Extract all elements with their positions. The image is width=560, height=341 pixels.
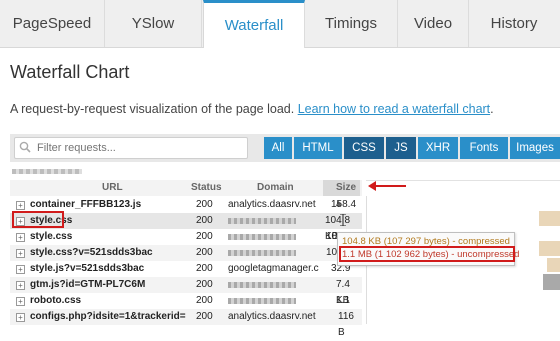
table-row[interactable]: + style.js?v=521sdds3bac 200 googletagma… [10, 261, 362, 290]
intro-text: A request-by-request visualization of th… [10, 102, 494, 116]
table-row[interactable]: + configs.php?idsite=1&trackerid= 200 an… [10, 309, 362, 338]
redacted-domain [228, 298, 296, 304]
expand-icon[interactable]: + [16, 233, 25, 242]
tab-bar: PageSpeed YSlow Waterfall Timings Video … [0, 0, 560, 48]
filter-css-button[interactable]: CSS [344, 137, 384, 159]
row-size: 10 [326, 247, 338, 258]
expand-icon[interactable]: + [16, 281, 25, 290]
filter-fonts-button[interactable]: Fonts [460, 137, 508, 159]
redacted-domain [228, 250, 296, 256]
filter-images-button[interactable]: Images [510, 137, 560, 159]
row-status: 200 [196, 199, 213, 210]
status-column-header[interactable]: Status [191, 180, 222, 196]
domain-column-header[interactable]: Domain [257, 180, 294, 196]
row-status: 200 [196, 279, 213, 290]
row-status: 200 [196, 263, 213, 274]
row-url: roboto.css [30, 295, 82, 306]
row-domain: analytics.daasrv.net [228, 311, 316, 322]
red-arrow-icon [368, 181, 406, 191]
waterfall-help-link[interactable]: Learn how to read a waterfall chart [298, 102, 490, 116]
row-status: 200 [196, 247, 213, 258]
row-url: style.css?v=521sdds3bac [30, 247, 153, 258]
waterfall-bar[interactable] [539, 211, 560, 226]
tab-history[interactable]: History [469, 0, 559, 47]
row-domain: analytics.daasrv.net [228, 199, 316, 210]
waterfall-bar[interactable] [539, 241, 560, 256]
filter-xhr-button[interactable]: XHR [418, 137, 458, 159]
filter-html-button[interactable]: HTML [294, 137, 342, 159]
highlight-box-uncompressed [339, 246, 515, 262]
tab-pagespeed[interactable]: PageSpeed [0, 0, 105, 47]
search-icon [19, 141, 31, 153]
row-domain: googletagmanager.c [228, 263, 319, 274]
size-column-header[interactable]: Size ▴ [336, 180, 362, 209]
row-status: 200 [196, 295, 213, 306]
row-url: gtm.js?id=GTM-PL7C6M [30, 279, 146, 290]
row-status: 200 [196, 231, 213, 242]
intro-sentence: A request-by-request visualization of th… [10, 102, 298, 116]
filter-bar: All HTML CSS JS XHR Fonts Images [10, 134, 560, 162]
tab-video[interactable]: Video [398, 0, 469, 47]
row-url: style.css [30, 231, 73, 242]
row-status: 200 [196, 215, 213, 226]
row-url: style.js?v=521sdds3bac [30, 263, 145, 274]
table-row[interactable]: + roboto.css 200 1.1 KB [10, 293, 362, 322]
row-status: 200 [196, 311, 213, 322]
row-size: 116 B [338, 311, 354, 338]
filter-all-button[interactable]: All [264, 137, 292, 159]
row-url: configs.php?idsite=1&trackerid= [30, 311, 186, 322]
waterfall-bar[interactable] [547, 258, 560, 272]
tab-waterfall[interactable]: Waterfall [203, 0, 305, 48]
expand-icon[interactable]: + [16, 313, 25, 322]
redacted-domain [228, 218, 296, 224]
table-row[interactable]: + style.css?v=521sdds3bac 200 10 [10, 245, 362, 261]
highlight-box-style-css [12, 211, 64, 228]
redacted-domain [228, 234, 296, 240]
intro-period: . [490, 102, 494, 116]
expand-icon[interactable]: + [16, 297, 25, 306]
redacted-summary [12, 169, 82, 174]
text-cursor-icon [340, 214, 346, 226]
row-size: 10 [326, 231, 338, 242]
tab-yslow[interactable]: YSlow [105, 0, 202, 47]
tab-timings[interactable]: Timings [305, 0, 398, 47]
filter-requests-input[interactable] [37, 140, 237, 155]
url-column-header[interactable]: URL [102, 180, 123, 196]
waterfall-bar[interactable] [543, 274, 560, 290]
expand-icon[interactable]: + [16, 265, 25, 274]
table-row[interactable]: + style.css 200 10 [10, 229, 362, 245]
table-header: URL Status Domain Size ▴ [10, 180, 362, 209]
expand-icon[interactable]: + [16, 249, 25, 258]
table-row[interactable]: + gtm.js?id=GTM-PL7C6M 200 7.4 KB [10, 277, 362, 306]
expand-icon[interactable]: + [16, 201, 25, 210]
filter-input-box[interactable] [14, 137, 248, 159]
redacted-domain [228, 282, 296, 288]
page-title: Waterfall Chart [10, 62, 130, 82]
filter-js-button[interactable]: JS [386, 137, 416, 159]
